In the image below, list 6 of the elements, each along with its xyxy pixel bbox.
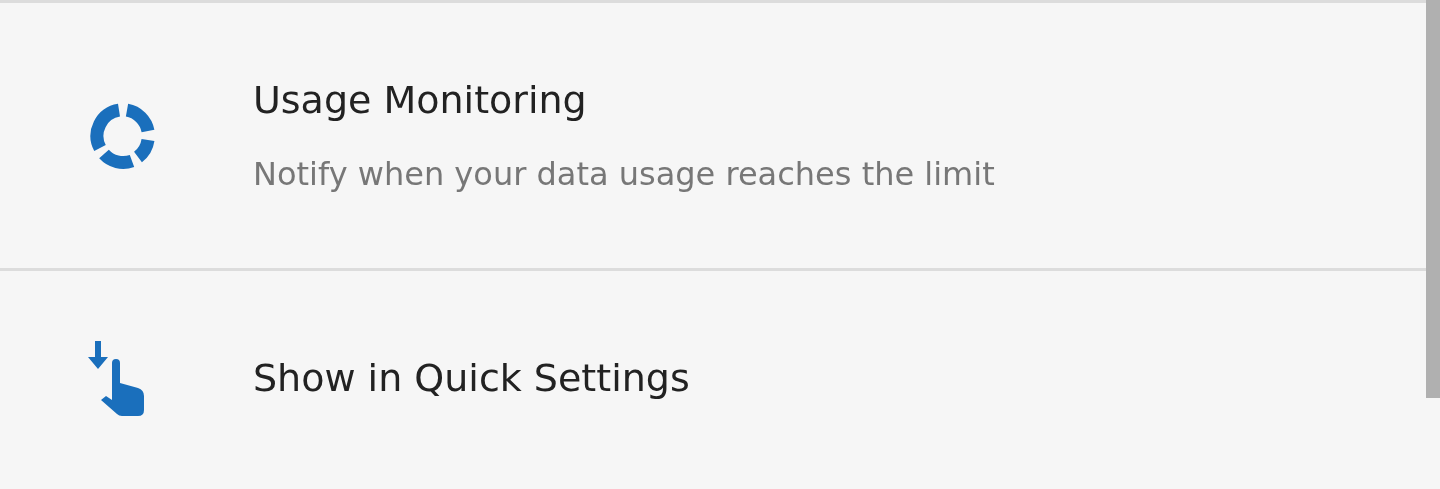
setting-title: Show in Quick Settings bbox=[253, 354, 690, 402]
setting-description: Notify when your data usage reaches the limit bbox=[253, 154, 995, 195]
setting-title: Usage Monitoring bbox=[253, 76, 588, 124]
scrollbar[interactable] bbox=[1426, 0, 1440, 398]
settings-item[interactable]: Show in Quick Settings bbox=[0, 271, 1426, 486]
settings-item[interactable]: Usage Monitoring Notify when your data usage reaches the limit bbox=[0, 3, 1426, 268]
